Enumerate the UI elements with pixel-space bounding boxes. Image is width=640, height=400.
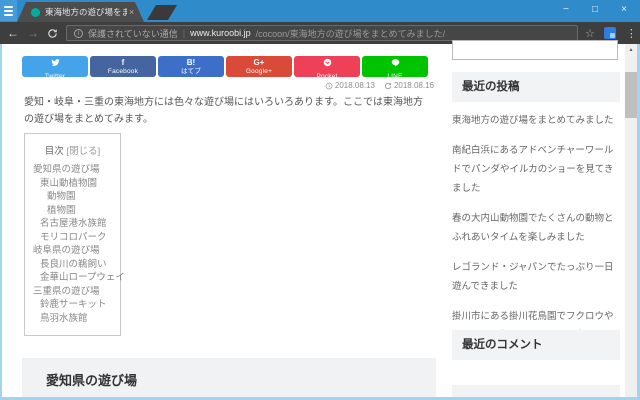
page-scrollbar[interactable]: ▲ [625,44,637,397]
new-tab-button[interactable] [147,5,177,20]
site-favicon-icon [31,8,40,17]
window-minimize-button[interactable]: − [560,1,572,19]
scroll-up-icon[interactable]: ▲ [625,44,637,56]
toc-item[interactable]: 東山動植物園 [33,177,112,191]
toc-item[interactable]: 岐阜県の遊び場 [33,244,112,258]
tab-title: 東海地方の遊び場をまとめ [45,7,127,17]
forward-icon: → [27,26,39,40]
url-separator: | [182,28,186,38]
share-line-button[interactable]: LINE [362,54,428,80]
share-facebook-button[interactable]: f Facebook [90,56,156,77]
share-label: Google+ [245,67,273,75]
pocket-icon [323,54,332,72]
share-label: Twitter [44,72,66,80]
recent-comments-heading: 最近のコメント [452,330,620,360]
section-heading: 愛知県の遊び場 [22,358,436,397]
toc-list: 愛知県の遊び場 東山動植物園 動物園 植物園 名古屋港水族館 モリコロパーク 岐阜県の遊び場… [33,163,125,326]
browser-menu-dots-icon[interactable]: ⋮ [626,27,637,40]
toc-item[interactable]: 鈴鹿サーキット [33,298,112,312]
share-hatena-button[interactable]: B! はてブ [158,56,224,77]
recent-post-link[interactable]: 春の大内山動物園でたくさんの動物とふれあいタイムを楽しみました [452,209,620,247]
scrollbar-thumb[interactable] [625,72,637,118]
url-bar[interactable]: i 保護されていない通信 | www.kuroobi.jp/cocoon/東海地… [66,25,578,41]
bookmark-star-icon[interactable]: ☆ [585,27,595,40]
url-path: /cocoon/東海地方の遊び場をまとめてみました/ [255,28,446,39]
updated-date: 2018.08.16 [384,81,434,90]
post-dates: 2018.08.13 2018.08.16 [325,81,434,90]
sidebar-search-input[interactable] [452,40,618,60]
reload-icon[interactable] [43,28,61,39]
browser-tab[interactable]: 東海地方の遊び場をまとめ × [17,2,144,22]
intro-paragraph: 愛知・岐阜・三重の東海地方には色々な遊び場にはいろいろあります。ここでは東海地方… [24,97,423,125]
toc-item[interactable]: 鳥羽水族館 [33,312,112,326]
tab-close-icon[interactable]: × [129,7,134,17]
twitter-icon [50,54,60,72]
toc-item[interactable]: モリコロパーク [33,231,112,245]
title-bar: 東海地方の遊び場をまとめ × − □ × [0,0,640,22]
share-label: はてブ [180,67,202,75]
hatena-icon: B! [186,57,196,67]
recent-post-link[interactable]: 東海地方の遊び場をまとめてみました [452,111,620,130]
share-label: Pocket [316,72,338,80]
toc-item[interactable]: 名古屋港水族館 [33,217,112,231]
line-icon [391,54,400,72]
facebook-icon: f [121,57,125,67]
share-twitter-button[interactable]: Twitter [22,54,88,80]
share-pocket-button[interactable]: Pocket [294,54,360,80]
window-maximize-button[interactable]: □ [589,1,601,19]
toc-item[interactable]: 金華山ロープウェイ [33,271,125,285]
toc-title: 目次 [44,146,64,157]
googleplus-icon: G+ [253,57,265,67]
share-googleplus-button[interactable]: G+ Google+ [226,56,292,77]
extension-icon[interactable] [603,27,616,39]
share-buttons-row: Twitter f Facebook B! はてブ G+ Google+ Poc… [22,54,428,80]
browser-menu-icon[interactable] [0,0,17,21]
sidebar-widget-partial [452,385,620,397]
main-column: Twitter f Facebook B! はてブ G+ Google+ Poc… [22,44,436,397]
recent-post-link[interactable]: レゴランド・ジャパンでたっぷり一日遊んできました [452,258,620,296]
browser-window: 東海地方の遊び場をまとめ × − □ × ← → i 保護されていない通信 | … [0,0,640,400]
toc-item[interactable]: 長良川の鵜飼い [33,258,112,272]
published-date: 2018.08.13 [325,81,375,90]
page-content: Twitter f Facebook B! はてブ G+ Google+ Poc… [0,40,640,400]
toc-toggle-link[interactable]: [閉じる] [66,146,100,157]
table-of-contents: 目次 [閉じる] 愛知県の遊び場 東山動植物園 動物園 植物園 名古屋港水族館 モリコロパ… [24,133,125,336]
url-domain: www.kuroobi.jp [190,28,251,38]
refresh-icon [384,82,392,89]
window-close-button[interactable]: × [618,1,630,19]
toc-item[interactable]: 動物園 [33,190,112,204]
toc-item[interactable]: 愛知県の遊び場 [33,163,112,177]
sidebar: 最近の投稿 東海地方の遊び場をまとめてみました南紀白浜にあるアドベンチャーワール… [452,40,620,397]
info-icon[interactable]: i [74,28,83,38]
toc-item[interactable]: 植物園 [33,204,112,218]
share-label: LINE [387,72,403,80]
recent-post-link[interactable]: 南紀白浜にあるアドベンチャーワールドでパンダやイルカのショーを見てきました [452,141,620,198]
clock-icon [325,82,333,89]
security-status: 保護されていない通信 [88,28,178,39]
recent-posts-heading: 最近の投稿 [452,72,620,102]
toc-item[interactable]: 三重県の遊び場 [33,285,112,299]
back-icon[interactable]: ← [3,22,23,44]
share-label: Facebook [107,67,139,75]
